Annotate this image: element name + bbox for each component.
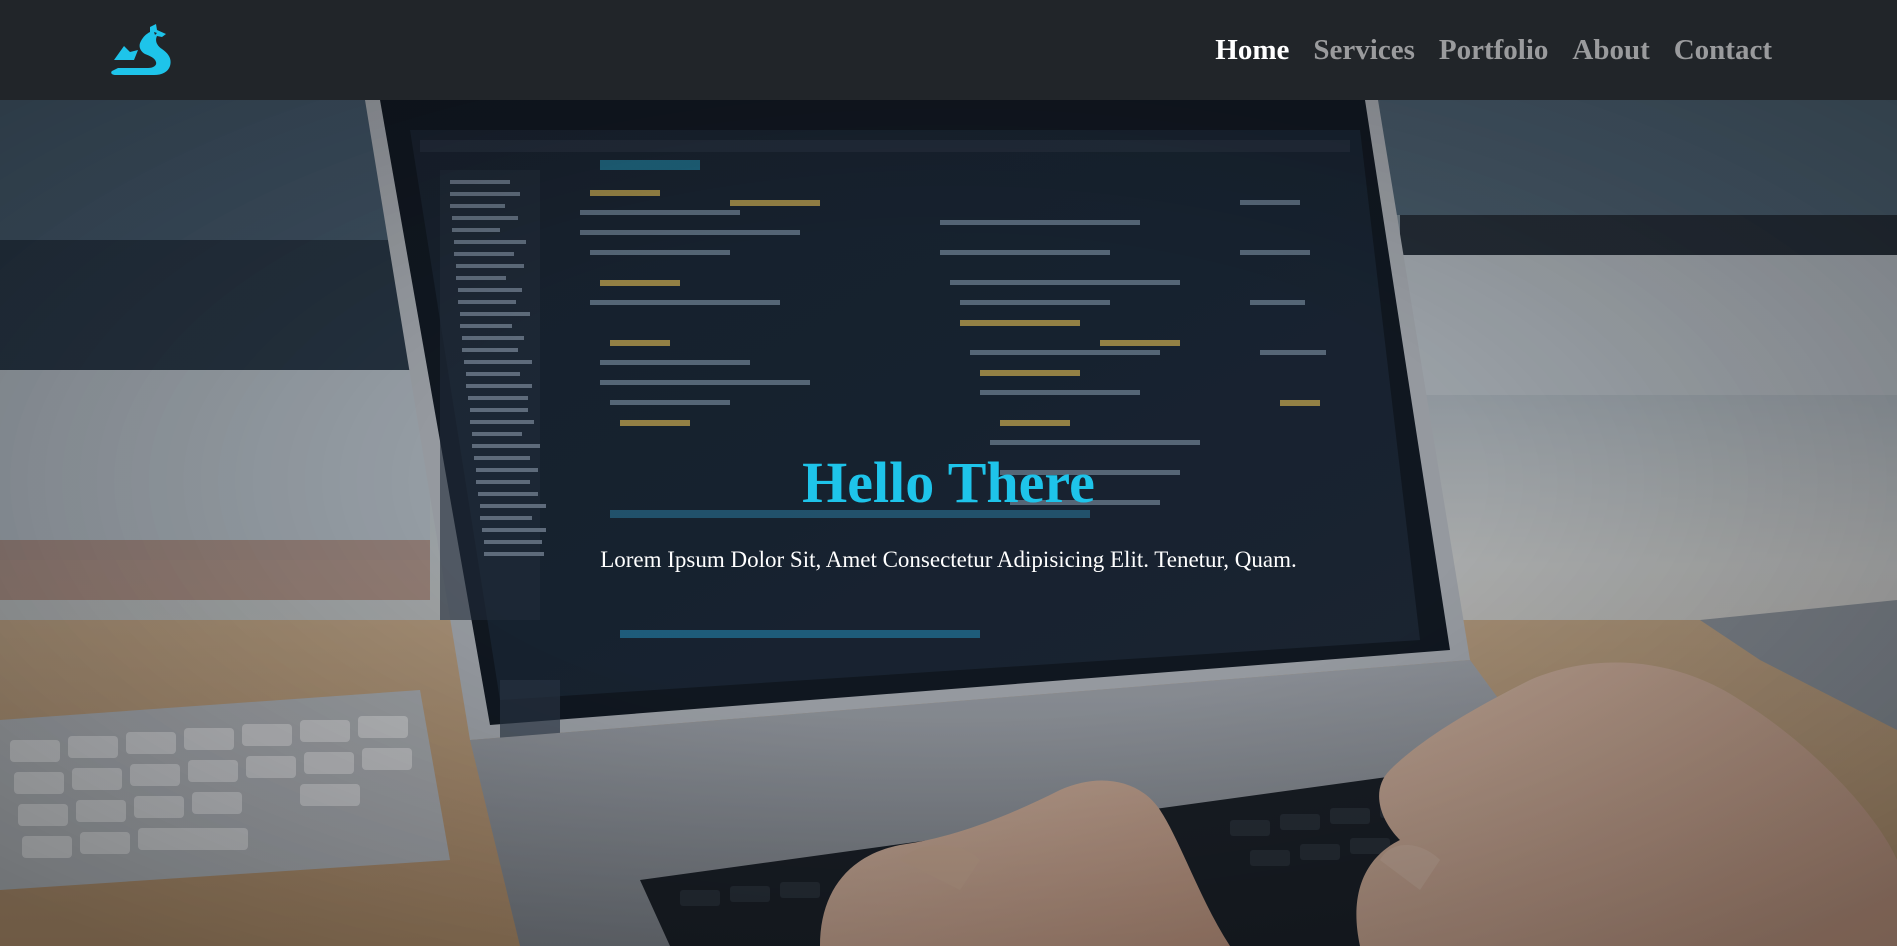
nav-services[interactable]: Services [1313,34,1414,67]
nav-portfolio[interactable]: Portfolio [1439,34,1549,67]
logo-link[interactable] [110,24,172,76]
hero-section: Hello There Lorem Ipsum Dolor Sit, Amet … [0,100,1897,946]
dragon-logo-icon [111,24,171,75]
main-nav: Home Services Portfolio About Contact [1215,34,1772,67]
hero-content: Hello There Lorem Ipsum Dolor Sit, Amet … [0,100,1897,946]
hero-title: Hello There [802,450,1095,515]
nav-contact[interactable]: Contact [1674,34,1772,67]
nav-about[interactable]: About [1572,34,1649,67]
navbar: Home Services Portfolio About Contact [0,0,1897,100]
nav-home[interactable]: Home [1215,34,1289,67]
hero-subtitle: Lorem Ipsum Dolor Sit, Amet Consectetur … [600,547,1297,572]
